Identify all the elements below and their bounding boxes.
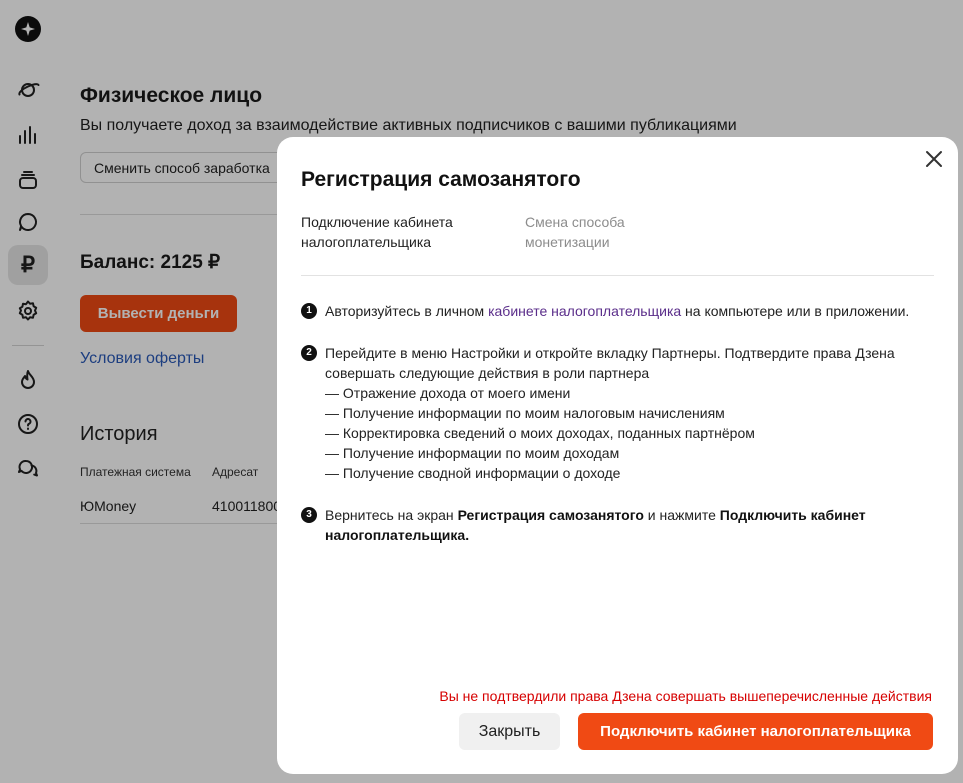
instruction-step-3: 3 Вернитесь на экран Регистрация самозан… — [301, 505, 921, 545]
instruction-text: и нажмите — [643, 507, 720, 523]
step-tab-connect-cabinet: Подключение кабинета налогоплательщика — [301, 214, 453, 250]
connect-tax-cabinet-button[interactable]: Подключить кабинет налогоплательщика — [578, 713, 933, 750]
step-number-badge: 1 — [301, 303, 317, 319]
instruction-step-2: 2 Перейдите в меню Настройки и откройте … — [301, 343, 921, 483]
step-number-badge: 2 — [301, 345, 317, 361]
close-icon[interactable] — [922, 147, 946, 171]
permission-item: — Получение сводной информации о доходе — [325, 465, 621, 481]
instruction-text: Авторизуйтесь в личном — [325, 303, 489, 319]
instruction-text: Вернитесь на экран — [325, 507, 458, 523]
error-message: Вы не подтвердили права Дзена совершать … — [439, 688, 932, 704]
permission-item: — Получение информации по моим налоговым… — [325, 405, 725, 421]
modal-title: Регистрация самозанятого — [301, 168, 581, 191]
step-number-badge: 3 — [301, 507, 317, 523]
instruction-bold-text: Регистрация самозанятого — [457, 507, 644, 523]
instruction-text: на компьютере или в приложении. — [681, 303, 910, 319]
permission-item: — Корректировка сведений о моих доходах,… — [325, 425, 755, 441]
close-button[interactable]: Закрыть — [459, 713, 560, 750]
permission-item: — Отражение дохода от моего имени — [325, 385, 571, 401]
instruction-text: Перейдите в меню Настройки и откройте вк… — [325, 345, 895, 381]
self-employed-registration-modal: Регистрация самозанятого Подключение каб… — [277, 137, 958, 774]
tax-cabinet-link[interactable]: кабинете налогоплательщика — [488, 303, 681, 319]
step-tab-change-monetization: Смена способа монетизации — [525, 214, 625, 250]
permission-item: — Получение информации по моим доходам — [325, 445, 620, 461]
instruction-step-1: 1 Авторизуйтесь в личном кабинете налого… — [301, 301, 921, 321]
modal-divider — [301, 275, 934, 276]
